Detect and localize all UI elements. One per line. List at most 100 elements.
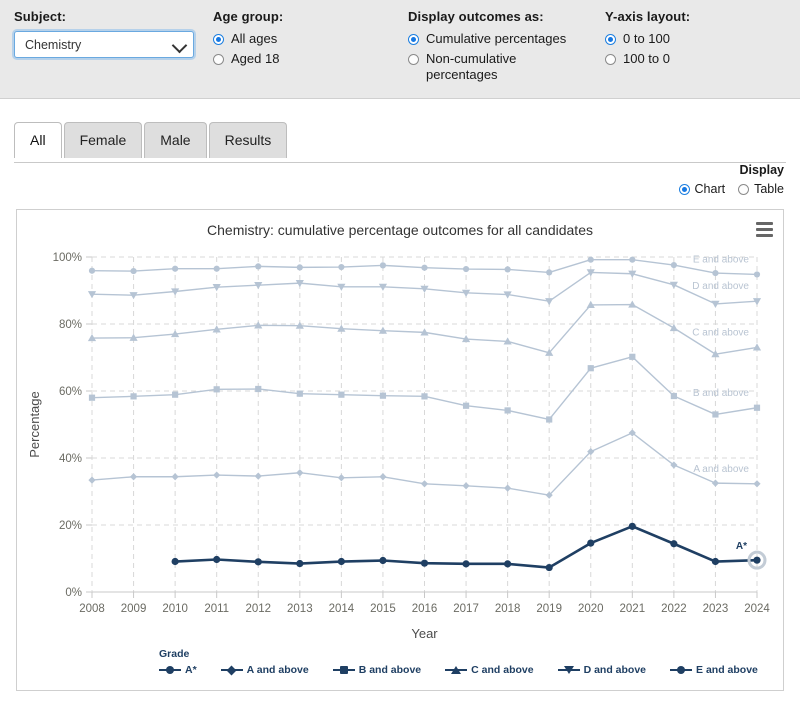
data-point[interactable] [338,474,345,481]
radio-100-to-0-input[interactable] [605,54,616,65]
data-point[interactable] [588,365,594,371]
data-point[interactable] [753,557,760,564]
data-point[interactable] [421,480,428,487]
data-point[interactable] [670,540,677,547]
data-point[interactable] [629,523,636,530]
tab-bar: All Female Male Results [14,122,289,158]
subject-select[interactable]: Chemistry [14,31,194,58]
data-point[interactable] [754,405,760,411]
data-point[interactable] [379,557,386,564]
radio-aged-18-input[interactable] [213,54,224,65]
data-point[interactable] [130,268,136,274]
data-point[interactable] [214,386,220,392]
data-point[interactable] [296,560,303,567]
data-point[interactable] [671,393,677,399]
data-point[interactable] [214,266,220,272]
radio-display-table-input[interactable] [738,184,749,195]
data-point[interactable] [172,392,178,398]
data-point[interactable] [255,472,262,479]
data-point[interactable] [297,391,303,397]
radio-cumulative[interactable]: Cumulative percentages [408,31,566,47]
data-point[interactable] [379,473,386,480]
legend-item[interactable]: E and above [670,664,758,676]
radio-aged-18-label: Aged 18 [231,51,279,67]
data-point[interactable] [130,393,136,399]
data-point[interactable] [712,558,719,565]
radio-all-ages[interactable]: All ages [213,31,283,47]
radio-non-cumulative-input[interactable] [408,54,419,65]
radio-display-chart-input[interactable] [679,184,690,195]
data-point[interactable] [546,269,552,275]
data-point[interactable] [421,393,427,399]
tab-female[interactable]: Female [64,122,143,158]
legend-symbol-icon [677,666,685,674]
data-point[interactable] [629,354,635,360]
legend-item[interactable]: B and above [333,664,421,676]
data-point[interactable] [462,560,469,567]
data-point[interactable] [671,262,677,268]
data-point[interactable] [255,558,262,565]
tab-all[interactable]: All [14,122,62,158]
data-point[interactable] [463,266,469,272]
data-point[interactable] [505,407,511,413]
data-point[interactable] [380,262,386,268]
data-point[interactable] [213,556,220,563]
radio-aged-18[interactable]: Aged 18 [213,51,283,67]
data-point[interactable] [754,271,760,277]
radio-0-to-100-input[interactable] [605,34,616,45]
data-point[interactable] [338,392,344,398]
data-point[interactable] [255,263,261,269]
data-point[interactable] [172,473,179,480]
radio-display-chart[interactable]: Chart [679,182,726,196]
data-point[interactable] [89,268,95,274]
data-point[interactable] [753,480,760,487]
data-point[interactable] [587,539,594,546]
data-point[interactable] [712,270,718,276]
data-point[interactable] [629,257,635,263]
legend-item[interactable]: C and above [445,664,533,676]
radio-cumulative-input[interactable] [408,34,419,45]
data-point[interactable] [712,411,718,417]
data-point[interactable] [421,560,428,567]
data-point[interactable] [753,343,761,350]
legend-symbol-icon [166,666,174,674]
tab-male[interactable]: Male [144,122,206,158]
tab-results[interactable]: Results [209,122,288,158]
data-point[interactable] [462,482,469,489]
data-point[interactable] [338,264,344,270]
data-point[interactable] [670,324,678,331]
data-point[interactable] [130,473,137,480]
legend-item[interactable]: D and above [558,664,646,676]
data-point[interactable] [670,282,678,289]
data-point[interactable] [545,298,553,305]
data-point[interactable] [421,265,427,271]
data-point[interactable] [505,266,511,272]
data-point[interactable] [172,558,179,565]
chart-canvas[interactable]: 0%20%40%60%80%100%2008200920102011201220… [17,210,783,690]
data-point[interactable] [463,403,469,409]
data-point[interactable] [546,564,553,571]
data-point[interactable] [89,395,95,401]
radio-100-to-0[interactable]: 100 to 0 [605,51,690,67]
legend-label: A and above [247,664,309,676]
data-point[interactable] [255,386,261,392]
legend-item[interactable]: A* [159,664,197,676]
data-point[interactable] [297,264,303,270]
data-point[interactable] [172,266,178,272]
data-point[interactable] [712,480,719,487]
data-point[interactable] [88,477,95,484]
data-point[interactable] [504,560,511,567]
data-point[interactable] [296,469,303,476]
data-point[interactable] [588,257,594,263]
y-tick-label: 0% [65,587,82,599]
radio-all-ages-input[interactable] [213,34,224,45]
data-point[interactable] [213,471,220,478]
data-point[interactable] [504,485,511,492]
radio-0-to-100[interactable]: 0 to 100 [605,31,690,47]
data-point[interactable] [380,393,386,399]
data-point[interactable] [338,558,345,565]
data-point[interactable] [546,416,552,422]
legend-item[interactable]: A and above [221,664,309,676]
radio-display-table[interactable]: Table [738,182,784,196]
radio-non-cumulative[interactable]: Non-cumulative percentages [408,51,566,83]
